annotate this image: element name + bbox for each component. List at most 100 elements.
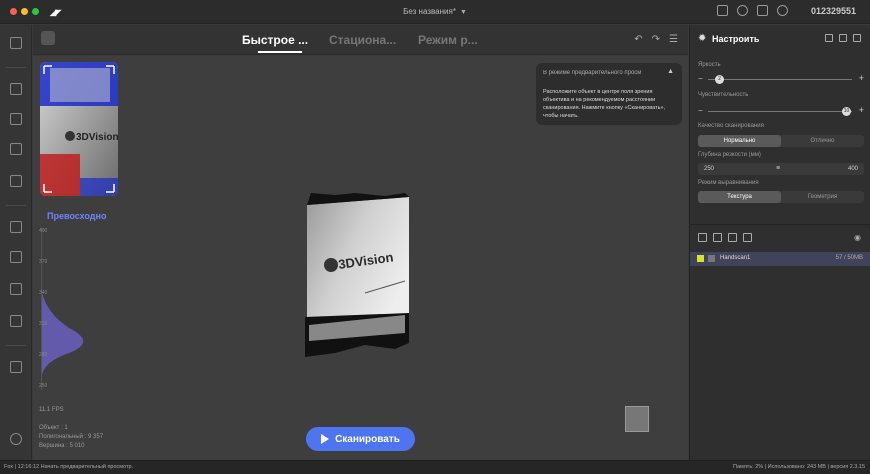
slider-track	[708, 79, 852, 80]
distance-quality-label: Превосходно	[47, 211, 107, 221]
device-serial: 012329551	[810, 6, 856, 16]
scale-tick-label: 340	[39, 290, 48, 296]
window-icon[interactable]	[757, 5, 768, 16]
preview-hint-panel: В режиме предварительного просм ▲ Распол…	[536, 63, 682, 125]
sensitivity-slider[interactable]: − 10 +	[698, 105, 864, 116]
scan-stats: Объект : 1 Полигональный : 9 357 Вершина…	[39, 424, 103, 451]
hint-text: Расположите объект в центре поля зрения …	[543, 89, 666, 119]
scanned-object: 3DVision	[305, 193, 409, 357]
status-memory: Память: 2% | Использовано: 243 MB | верс…	[733, 464, 865, 470]
scale-axis	[41, 228, 42, 390]
scale-tick-label: 310	[39, 321, 48, 327]
align-option-geometry[interactable]: Геометрия	[781, 191, 864, 203]
vertex-count: Вершина : 5 010	[39, 443, 85, 449]
mouse-icon[interactable]	[10, 433, 22, 445]
trash-icon[interactable]	[10, 175, 22, 187]
left-toolbar	[0, 25, 32, 460]
layer-tool-icon[interactable]	[10, 83, 22, 95]
align-selector: Текстура Геометрия	[698, 191, 864, 203]
license-icon[interactable]	[717, 5, 728, 16]
notification-bell-icon[interactable]	[777, 5, 788, 16]
depth-range-slider[interactable]: 250 ≡ 400	[698, 163, 864, 175]
scale-tick-label: 250	[39, 383, 48, 389]
scan-size: 57 / 50MB	[835, 255, 863, 261]
brightness-knob[interactable]: 2	[715, 75, 724, 84]
scan-button[interactable]: Сканировать	[306, 427, 415, 451]
sensitivity-knob[interactable]: 10	[842, 107, 851, 116]
depth-min: 250	[704, 166, 715, 172]
duplicate-icon[interactable]	[10, 221, 22, 233]
tab-mode[interactable]: Режим р...	[418, 33, 478, 47]
toolbar-divider	[6, 205, 26, 206]
cube-icon[interactable]	[839, 34, 847, 42]
toolbar-divider	[6, 67, 26, 68]
plus-icon[interactable]: +	[859, 73, 864, 83]
camera-preview-image: 3DVision	[40, 62, 118, 196]
object-count: Объект : 1	[39, 425, 68, 431]
brightness-slider[interactable]: − 2 +	[698, 73, 864, 84]
tab-quick-scan[interactable]: Быстрое ...	[242, 33, 308, 47]
quality-selector: Нормально Отлично	[698, 135, 864, 147]
hint-title: В режиме предварительного просм	[543, 70, 642, 76]
brightness-label: Яркость	[698, 62, 721, 68]
fps-counter: 11.1 FPS	[39, 407, 64, 413]
minus-icon[interactable]: −	[698, 74, 703, 83]
chevron-down-icon[interactable]: ▼	[460, 9, 467, 16]
slider-track	[708, 111, 852, 112]
checker-icon[interactable]	[10, 315, 22, 327]
minus-icon[interactable]: −	[698, 106, 703, 115]
collapse-chevron-icon[interactable]: ▲	[667, 68, 674, 75]
import-icon[interactable]	[698, 233, 707, 242]
depth-label: Глубина резкости (мм)	[698, 152, 761, 158]
panel-view-icon[interactable]	[825, 34, 833, 42]
mode-header: Быстрое ... Стациона... Режим р... ↶ ↷ ☰	[33, 25, 688, 55]
list-item[interactable]: Handscan1 57 / 50MB	[690, 252, 870, 266]
scan-name: Handscan1	[720, 255, 751, 261]
device-icon[interactable]	[41, 31, 55, 45]
quality-label: Качество сканирования	[698, 123, 764, 129]
plus-icon[interactable]: +	[859, 105, 864, 115]
rectangle-select-icon[interactable]	[10, 283, 22, 295]
delete-icon[interactable]	[743, 233, 752, 242]
settings-title: Настроить	[712, 34, 760, 44]
tab-stationary[interactable]: Стациона...	[329, 33, 396, 47]
view-cube[interactable]	[625, 406, 649, 432]
quality-option-normal[interactable]: Нормально	[698, 135, 781, 147]
active-tab-indicator	[258, 51, 302, 53]
scale-tick-label: 400	[39, 228, 48, 234]
align-option-texture[interactable]: Текстура	[698, 191, 781, 203]
depth-max: 400	[847, 166, 858, 172]
undo-icon[interactable]: ↶	[634, 34, 642, 45]
layers-icon[interactable]	[10, 361, 22, 373]
export-scan-icon[interactable]	[713, 233, 722, 242]
scan-viewport[interactable]: 3DVision Превосходно 400 370 340 310 280…	[33, 56, 688, 460]
select-tool-icon[interactable]	[10, 37, 22, 49]
status-bar: Fox | 12:16:12 Начать предварительный пр…	[0, 460, 870, 474]
visibility-checkbox[interactable]	[697, 255, 704, 262]
polygon-count: Полигональный : 9 357	[39, 434, 104, 440]
export-icon[interactable]	[853, 34, 861, 42]
scale-tick-label: 280	[39, 352, 48, 358]
visibility-eye-icon[interactable]: ◉	[854, 233, 861, 242]
panel-divider	[690, 224, 870, 225]
window-title-text: Без названия*	[403, 7, 456, 16]
play-icon	[321, 434, 330, 444]
scan-icon	[708, 255, 715, 262]
range-handle-icon[interactable]: ≡	[776, 165, 780, 172]
copy-icon[interactable]	[728, 233, 737, 242]
sync-icon[interactable]	[737, 5, 748, 16]
redo-icon[interactable]: ↷	[652, 34, 660, 45]
brush-icon[interactable]	[10, 251, 22, 263]
settings-header: ✹ Настроить	[690, 25, 870, 55]
align-label: Режим выравнивания	[698, 180, 759, 186]
scale-tick-label: 370	[39, 259, 48, 265]
camera-preview: 3DVision	[40, 62, 118, 196]
distance-histogram	[41, 288, 84, 378]
menu-icon[interactable]: ☰	[669, 34, 678, 45]
cursor-tool-icon[interactable]	[10, 113, 22, 125]
settings-panel: ✹ Настроить Яркость − 2 + Чувствительнос…	[689, 25, 870, 460]
gear-icon: ✹	[698, 33, 707, 44]
quality-option-excellent[interactable]: Отлично	[781, 135, 864, 147]
monitor-tool-icon[interactable]	[10, 143, 22, 155]
title-bar: ◢◤ Без названия* ▼ 012329551	[0, 0, 870, 24]
